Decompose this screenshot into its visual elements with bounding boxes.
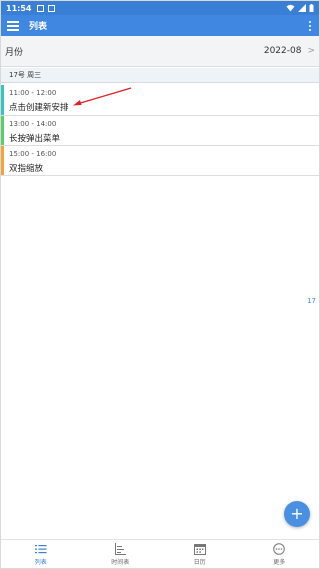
nav-item-timetable[interactable]: 时间表 (81, 540, 161, 568)
event-item[interactable]: 11:00 - 12:00 点击创建新安排 (1, 85, 319, 116)
wifi-icon (286, 4, 295, 12)
app-bar: 列表 (1, 15, 319, 36)
nav-label: 列表 (34, 558, 47, 566)
signal-icon (298, 4, 306, 12)
notification-icon (37, 4, 45, 12)
day-header-label: 17号 周三 (9, 71, 42, 79)
plus-icon: + (290, 504, 304, 523)
nav-label: 日历 (193, 558, 206, 566)
chevron-right-icon: > (307, 46, 315, 56)
notification-icon-2 (48, 4, 56, 12)
event-title: 点击创建新安排 (9, 103, 69, 113)
event-color-bar (1, 146, 4, 175)
status-time: 11:54 (6, 3, 32, 13)
app-root: 11:54 列表 月份 2022-08 > 17号 周三 11:00 - 12:… (0, 0, 320, 569)
status-bar: 11:54 (1, 1, 319, 15)
more-circle-icon (273, 542, 286, 555)
month-selector[interactable]: 月份 2022-08 > (1, 36, 319, 67)
annotation-arrow-icon (73, 87, 132, 106)
nav-item-more[interactable]: 更多 (240, 540, 320, 568)
nav-item-calendar[interactable]: 日历 (160, 540, 240, 568)
nav-label: 时间表 (111, 558, 130, 566)
overflow-menu-icon[interactable] (307, 20, 313, 31)
timeline-icon (115, 542, 127, 555)
side-date-indicator: 17 (307, 297, 316, 305)
add-schedule-button[interactable]: + (284, 501, 310, 527)
menu-icon[interactable] (7, 20, 19, 31)
nav-label: 更多 (273, 558, 286, 566)
event-title: 长按弹出菜单 (9, 134, 61, 144)
event-color-bar (1, 116, 4, 145)
battery-icon (309, 4, 314, 12)
event-time: 15:00 - 16:00 (9, 150, 57, 158)
page-title: 列表 (29, 22, 48, 32)
event-time: 13:00 - 14:00 (9, 120, 57, 128)
month-label: 月份 (5, 47, 24, 58)
day-header: 17号 周三 (1, 68, 319, 83)
list-icon (34, 544, 47, 553)
event-title: 双指缩放 (9, 164, 44, 174)
status-icons (286, 4, 314, 12)
nav-item-list[interactable]: 列表 (1, 540, 81, 568)
event-item[interactable]: 13:00 - 14:00 长按弹出菜单 (1, 116, 319, 146)
event-color-bar (1, 85, 4, 115)
event-time: 11:00 - 12:00 (9, 89, 57, 97)
event-item[interactable]: 15:00 - 16:00 双指缩放 (1, 146, 319, 176)
calendar-icon (193, 543, 206, 555)
month-value: 2022-08 (263, 46, 302, 56)
bottom-nav: 列表 时间表 日历 更多 (1, 539, 319, 568)
